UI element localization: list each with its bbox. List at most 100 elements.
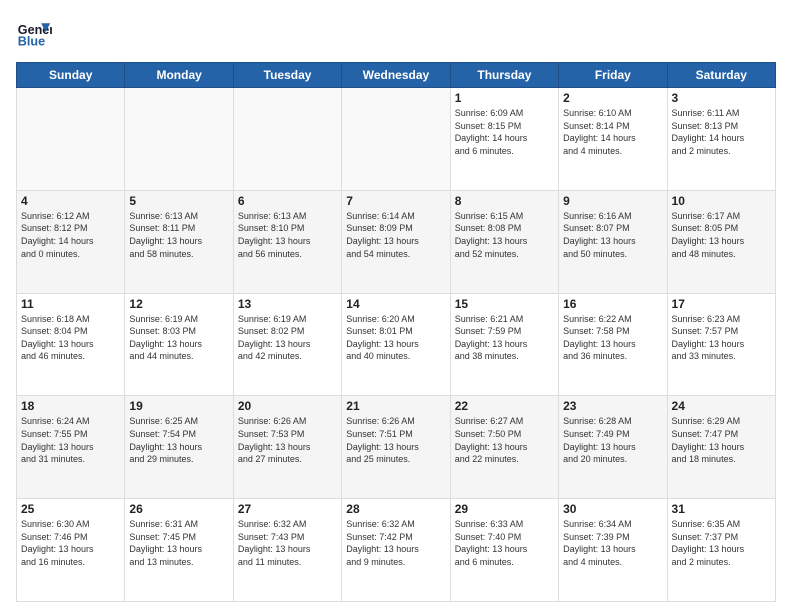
week-row-2: 4 Sunrise: 6:12 AMSunset: 8:12 PMDaylight…	[17, 190, 776, 293]
day-number: 12	[129, 297, 228, 311]
calendar-cell: 20 Sunrise: 6:26 AMSunset: 7:53 PMDayligh…	[233, 396, 341, 499]
calendar-cell: 21 Sunrise: 6:26 AMSunset: 7:51 PMDayligh…	[342, 396, 450, 499]
day-number: 11	[21, 297, 120, 311]
calendar-cell: 10Sunrise: 6:17 AMSunset: 8:05 PMDayligh…	[667, 190, 775, 293]
calendar-cell: 29Sunrise: 6:33 AMSunset: 7:40 PMDayligh…	[450, 499, 558, 602]
calendar-cell	[342, 88, 450, 191]
calendar-cell: 11 Sunrise: 6:18 AMSunset: 8:04 PMDayligh…	[17, 293, 125, 396]
day-number: 24	[672, 399, 771, 413]
weekday-wednesday: Wednesday	[342, 63, 450, 88]
calendar-cell: 26 Sunrise: 6:31 AMSunset: 7:45 PMDayligh…	[125, 499, 233, 602]
day-number: 9	[563, 194, 662, 208]
svg-text:Blue: Blue	[18, 35, 45, 49]
day-info: Sunrise: 6:18 AMSunset: 8:04 PMDaylight:…	[21, 313, 120, 363]
day-number: 31	[672, 502, 771, 516]
day-number: 3	[672, 91, 771, 105]
day-info: Sunrise: 6:27 AMSunset: 7:50 PMDaylight:…	[455, 415, 554, 465]
calendar-cell: 16 Sunrise: 6:22 AMSunset: 7:58 PMDayligh…	[559, 293, 667, 396]
weekday-monday: Monday	[125, 63, 233, 88]
calendar-cell: 8Sunrise: 6:15 AMSunset: 8:08 PMDaylight…	[450, 190, 558, 293]
day-info: Sunrise: 6:22 AMSunset: 7:58 PMDaylight:…	[563, 313, 662, 363]
calendar-cell: 14 Sunrise: 6:20 AMSunset: 8:01 PMDayligh…	[342, 293, 450, 396]
calendar-cell: 17 Sunrise: 6:23 AMSunset: 7:57 PMDayligh…	[667, 293, 775, 396]
day-number: 21	[346, 399, 445, 413]
day-info: Sunrise: 6:10 AMSunset: 8:14 PMDaylight:…	[563, 107, 662, 157]
day-info: Sunrise: 6:26 AMSunset: 7:53 PMDaylight:…	[238, 415, 337, 465]
day-info: Sunrise: 6:16 AMSunset: 8:07 PMDaylight:…	[563, 210, 662, 260]
calendar-cell: 22 Sunrise: 6:27 AMSunset: 7:50 PMDayligh…	[450, 396, 558, 499]
calendar-cell	[233, 88, 341, 191]
day-number: 5	[129, 194, 228, 208]
calendar-table: SundayMondayTuesdayWednesdayThursdayFrid…	[16, 62, 776, 602]
day-number: 25	[21, 502, 120, 516]
day-number: 14	[346, 297, 445, 311]
day-number: 20	[238, 399, 337, 413]
day-info: Sunrise: 6:20 AMSunset: 8:01 PMDaylight:…	[346, 313, 445, 363]
calendar-cell: 31 Sunrise: 6:35 AMSunset: 7:37 PMDayligh…	[667, 499, 775, 602]
day-info: Sunrise: 6:35 AMSunset: 7:37 PMDaylight:…	[672, 518, 771, 568]
day-info: Sunrise: 6:21 AMSunset: 7:59 PMDaylight:…	[455, 313, 554, 363]
day-number: 27	[238, 502, 337, 516]
day-number: 19	[129, 399, 228, 413]
day-info: Sunrise: 6:14 AMSunset: 8:09 PMDaylight:…	[346, 210, 445, 260]
day-info: Sunrise: 6:17 AMSunset: 8:05 PMDaylight:…	[672, 210, 771, 260]
day-number: 13	[238, 297, 337, 311]
day-info: Sunrise: 6:32 AMSunset: 7:42 PMDaylight:…	[346, 518, 445, 568]
calendar-cell: 12 Sunrise: 6:19 AMSunset: 8:03 PMDayligh…	[125, 293, 233, 396]
calendar-cell: 4 Sunrise: 6:12 AMSunset: 8:12 PMDaylight…	[17, 190, 125, 293]
day-info: Sunrise: 6:19 AMSunset: 8:02 PMDaylight:…	[238, 313, 337, 363]
day-info: Sunrise: 6:32 AMSunset: 7:43 PMDaylight:…	[238, 518, 337, 568]
weekday-friday: Friday	[559, 63, 667, 88]
header: General Blue	[16, 16, 776, 52]
day-info: Sunrise: 6:13 AMSunset: 8:11 PMDaylight:…	[129, 210, 228, 260]
day-number: 16	[563, 297, 662, 311]
calendar-cell: 27 Sunrise: 6:32 AMSunset: 7:43 PMDayligh…	[233, 499, 341, 602]
calendar-cell: 3Sunrise: 6:11 AMSunset: 8:13 PMDaylight…	[667, 88, 775, 191]
calendar-cell: 7Sunrise: 6:14 AMSunset: 8:09 PMDaylight…	[342, 190, 450, 293]
calendar-cell: 9 Sunrise: 6:16 AMSunset: 8:07 PMDaylight…	[559, 190, 667, 293]
day-info: Sunrise: 6:23 AMSunset: 7:57 PMDaylight:…	[672, 313, 771, 363]
day-number: 22	[455, 399, 554, 413]
day-number: 4	[21, 194, 120, 208]
day-number: 2	[563, 91, 662, 105]
weekday-header-row: SundayMondayTuesdayWednesdayThursdayFrid…	[17, 63, 776, 88]
day-number: 17	[672, 297, 771, 311]
day-number: 30	[563, 502, 662, 516]
calendar-cell: 2 Sunrise: 6:10 AMSunset: 8:14 PMDaylight…	[559, 88, 667, 191]
day-number: 28	[346, 502, 445, 516]
calendar-cell: 28 Sunrise: 6:32 AMSunset: 7:42 PMDayligh…	[342, 499, 450, 602]
day-info: Sunrise: 6:13 AMSunset: 8:10 PMDaylight:…	[238, 210, 337, 260]
calendar-cell	[17, 88, 125, 191]
day-info: Sunrise: 6:31 AMSunset: 7:45 PMDaylight:…	[129, 518, 228, 568]
calendar-cell: 5 Sunrise: 6:13 AMSunset: 8:11 PMDaylight…	[125, 190, 233, 293]
day-info: Sunrise: 6:34 AMSunset: 7:39 PMDaylight:…	[563, 518, 662, 568]
day-number: 1	[455, 91, 554, 105]
day-info: Sunrise: 6:30 AMSunset: 7:46 PMDaylight:…	[21, 518, 120, 568]
day-info: Sunrise: 6:25 AMSunset: 7:54 PMDaylight:…	[129, 415, 228, 465]
day-info: Sunrise: 6:24 AMSunset: 7:55 PMDaylight:…	[21, 415, 120, 465]
weekday-sunday: Sunday	[17, 63, 125, 88]
day-number: 15	[455, 297, 554, 311]
week-row-1: 1 Sunrise: 6:09 AMSunset: 8:15 PMDaylight…	[17, 88, 776, 191]
day-info: Sunrise: 6:09 AMSunset: 8:15 PMDaylight:…	[455, 107, 554, 157]
calendar-cell: 1 Sunrise: 6:09 AMSunset: 8:15 PMDaylight…	[450, 88, 558, 191]
day-info: Sunrise: 6:12 AMSunset: 8:12 PMDaylight:…	[21, 210, 120, 260]
calendar-cell: 15 Sunrise: 6:21 AMSunset: 7:59 PMDayligh…	[450, 293, 558, 396]
calendar-cell: 19 Sunrise: 6:25 AMSunset: 7:54 PMDayligh…	[125, 396, 233, 499]
day-info: Sunrise: 6:26 AMSunset: 7:51 PMDaylight:…	[346, 415, 445, 465]
page: General Blue SundayMondayTuesdayWednesda…	[0, 0, 792, 612]
logo-icon: General Blue	[16, 16, 52, 52]
day-info: Sunrise: 6:15 AMSunset: 8:08 PMDaylight:…	[455, 210, 554, 260]
week-row-5: 25 Sunrise: 6:30 AMSunset: 7:46 PMDayligh…	[17, 499, 776, 602]
weekday-tuesday: Tuesday	[233, 63, 341, 88]
week-row-3: 11 Sunrise: 6:18 AMSunset: 8:04 PMDayligh…	[17, 293, 776, 396]
calendar-cell: 24Sunrise: 6:29 AMSunset: 7:47 PMDayligh…	[667, 396, 775, 499]
weekday-saturday: Saturday	[667, 63, 775, 88]
day-number: 29	[455, 502, 554, 516]
logo: General Blue	[16, 16, 52, 52]
day-info: Sunrise: 6:19 AMSunset: 8:03 PMDaylight:…	[129, 313, 228, 363]
calendar-cell	[125, 88, 233, 191]
day-number: 6	[238, 194, 337, 208]
day-number: 26	[129, 502, 228, 516]
calendar-cell: 18Sunrise: 6:24 AMSunset: 7:55 PMDayligh…	[17, 396, 125, 499]
